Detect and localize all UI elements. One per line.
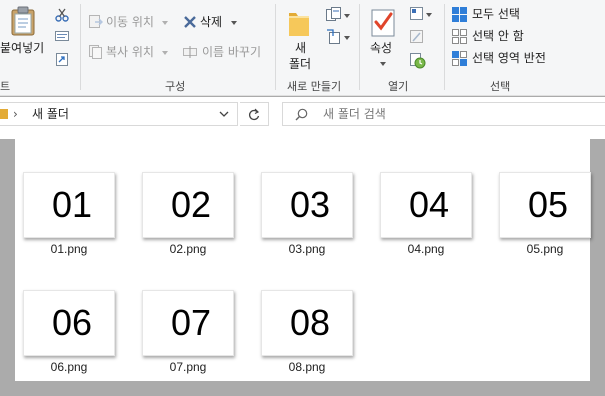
scissors-icon[interactable]	[55, 8, 69, 22]
properties-button[interactable]: 속성	[370, 40, 392, 56]
delete-x-icon	[183, 15, 197, 29]
invert-selection-button[interactable]: 선택 영역 반전	[472, 50, 546, 66]
rename-icon	[183, 45, 197, 59]
thumbnail[interactable]: 06	[23, 290, 115, 356]
thumbnail-text: 07	[170, 302, 212, 343]
search-placeholder: 새 폴더 검색	[323, 107, 386, 121]
chevron-down-icon	[231, 21, 237, 25]
thumbnail-text: 04	[408, 184, 450, 225]
copy-to-button[interactable]: 복사 위치	[106, 44, 154, 60]
thumbnail[interactable]: 04	[380, 172, 472, 238]
search-input[interactable]: 새 폴더 검색	[282, 102, 605, 126]
thumbnail-text: 01	[51, 184, 93, 225]
group-divider	[80, 4, 81, 90]
clipboard-group-label: 트	[0, 80, 11, 93]
delete-button[interactable]: 삭제	[200, 14, 222, 30]
chevron-down-icon	[162, 51, 168, 55]
select-all-icon	[452, 7, 467, 22]
folder-icon	[0, 108, 9, 120]
thumbnail[interactable]: 05	[499, 172, 591, 238]
select-group-label: 선택	[490, 80, 511, 93]
thumbnail[interactable]: 03	[261, 172, 353, 238]
ribbon: 붙여넣기 트 이동 위치 복사 위치 삭제 이름 바꾸기 구성 새 폴더 새로 …	[0, 0, 605, 96]
thumbnail-text: 03	[289, 184, 331, 225]
select-none-button[interactable]: 선택 안 함	[472, 28, 524, 44]
file-name[interactable]: 04.png	[380, 242, 472, 256]
select-none-icon	[452, 29, 467, 44]
move-to-button[interactable]: 이동 위치	[106, 14, 154, 30]
address-bar[interactable]: › 새 폴더	[0, 102, 238, 126]
group-divider	[275, 4, 276, 90]
refresh-icon	[248, 108, 260, 121]
paste-shortcut-icon[interactable]	[55, 52, 69, 66]
new-folder-label-line2[interactable]: 폴더	[289, 56, 311, 72]
open-group-label: 열기	[388, 80, 409, 93]
file-name[interactable]: 01.png	[23, 242, 115, 256]
new-item-icon[interactable]	[326, 7, 342, 23]
thumbnail[interactable]: 08	[261, 290, 353, 356]
chevron-down-icon	[162, 21, 168, 25]
file-name[interactable]: 06.png	[23, 360, 115, 374]
file-list: 01 01.png 02 02.png 03 03.png 04 04.png …	[15, 139, 591, 381]
folder-icon[interactable]	[288, 9, 310, 37]
open-icon[interactable]	[410, 7, 424, 21]
group-divider	[359, 4, 360, 90]
thumbnail-text: 05	[527, 184, 569, 225]
invert-selection-icon	[452, 51, 467, 66]
thumbnail[interactable]: 02	[142, 172, 234, 238]
new-group-label: 새로 만들기	[287, 80, 342, 93]
copy-path-icon[interactable]	[55, 31, 69, 41]
file-name[interactable]: 05.png	[499, 242, 591, 256]
chevron-down-icon	[344, 36, 350, 40]
search-icon	[295, 108, 308, 121]
thumbnail[interactable]: 01	[23, 172, 115, 238]
history-icon[interactable]	[410, 53, 426, 69]
explorer-window: 붙여넣기 트 이동 위치 복사 위치 삭제 이름 바꾸기 구성 새 폴더 새로 …	[0, 0, 605, 396]
easy-access-icon[interactable]	[326, 29, 342, 45]
group-divider	[444, 4, 445, 90]
file-name[interactable]: 03.png	[261, 242, 353, 256]
thumbnail-text: 08	[289, 302, 331, 343]
file-name[interactable]: 08.png	[261, 360, 353, 374]
properties-check-icon[interactable]	[371, 9, 395, 37]
file-name[interactable]: 02.png	[142, 242, 234, 256]
address-row: › 새 폴더 새 폴더 검색	[0, 97, 605, 139]
breadcrumb-current-folder[interactable]: 새 폴더	[32, 106, 69, 122]
chevron-down-icon	[426, 13, 432, 17]
thumbnail[interactable]: 07	[142, 290, 234, 356]
rename-button[interactable]: 이름 바꾸기	[202, 44, 261, 60]
thumbnail-text: 06	[51, 302, 93, 343]
move-to-icon	[89, 15, 103, 29]
select-all-button[interactable]: 모두 선택	[472, 6, 520, 22]
thumbnail-text: 02	[170, 184, 212, 225]
copy-to-icon	[89, 45, 103, 59]
chevron-down-icon[interactable]	[219, 111, 229, 118]
new-folder-label-line1[interactable]: 새	[295, 40, 306, 56]
chevron-down-icon	[344, 14, 350, 18]
path-separator[interactable]: ›	[13, 106, 18, 122]
file-name[interactable]: 07.png	[142, 360, 234, 374]
clipboard-icon[interactable]	[10, 6, 36, 36]
organize-group-label: 구성	[165, 80, 186, 93]
paste-button[interactable]: 붙여넣기	[0, 40, 44, 56]
edit-icon	[410, 30, 424, 44]
chevron-down-icon	[380, 62, 386, 66]
refresh-button[interactable]	[240, 102, 269, 126]
